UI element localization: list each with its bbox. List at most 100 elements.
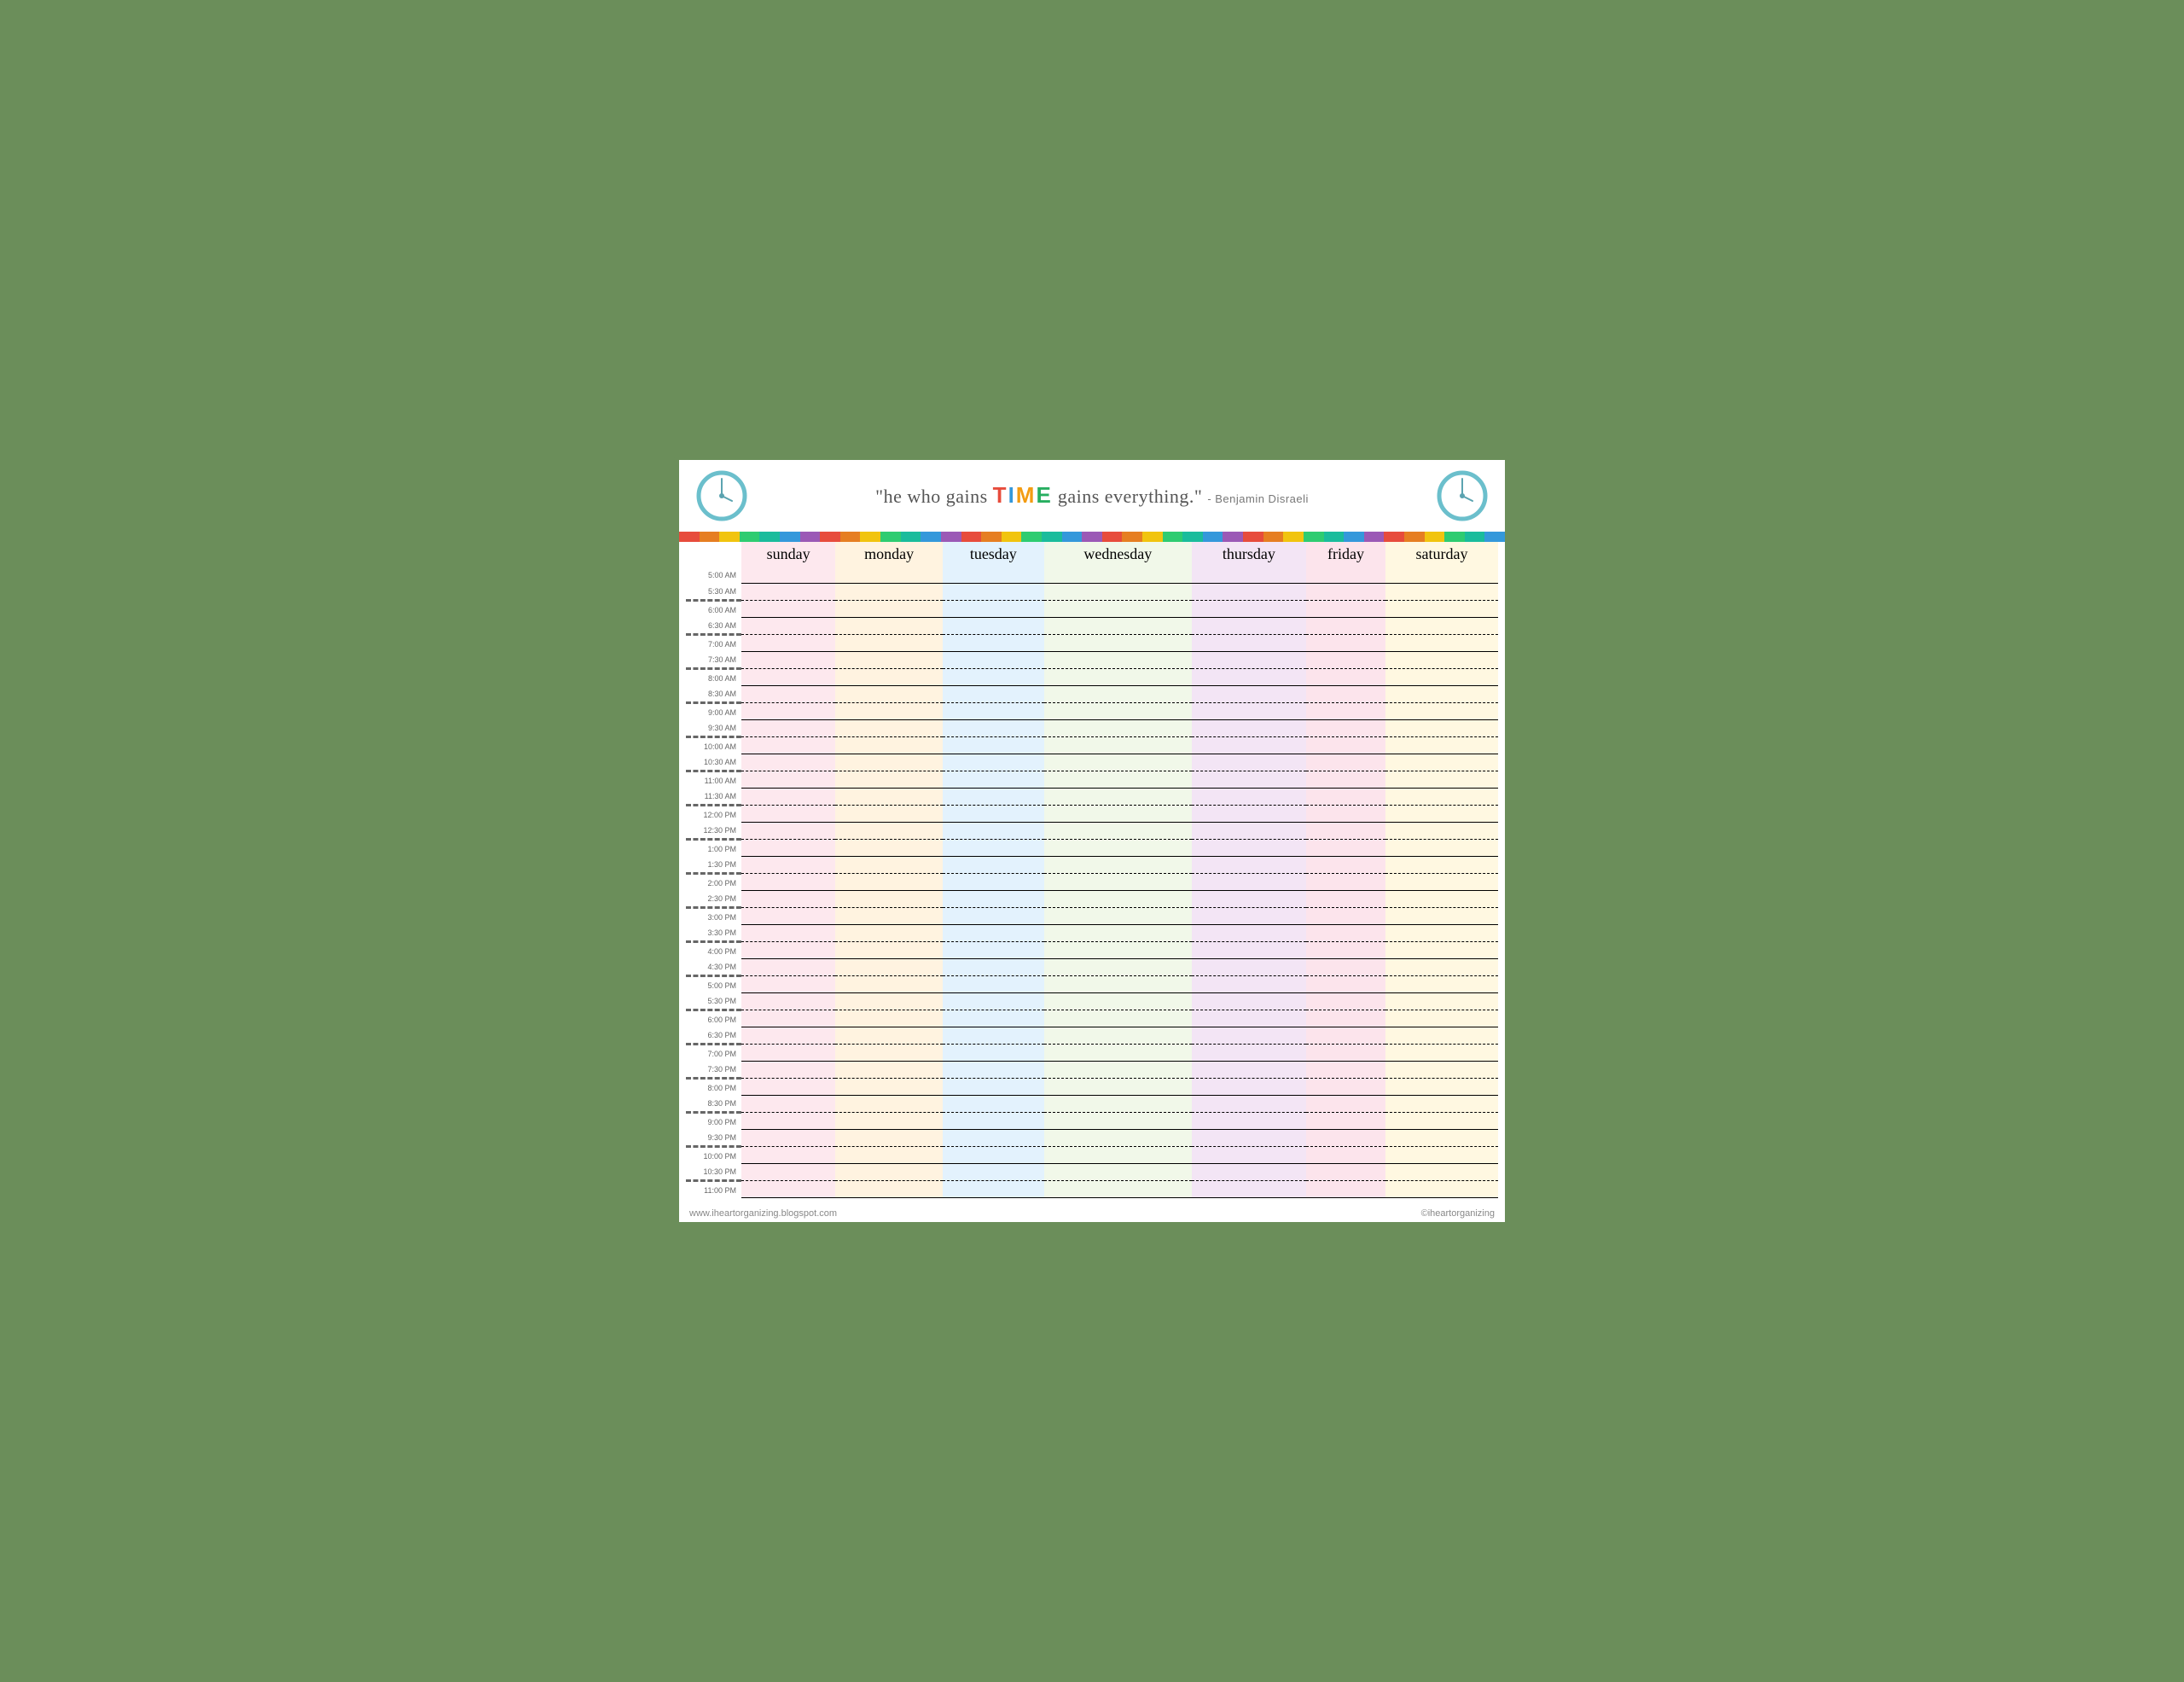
schedule-cell[interactable] [741,1027,835,1045]
schedule-cell[interactable] [835,652,942,669]
schedule-cell[interactable] [741,976,835,993]
schedule-cell[interactable] [1306,823,1385,840]
schedule-cell[interactable] [1192,686,1306,703]
schedule-cell[interactable] [1044,959,1192,976]
schedule-cell[interactable] [1044,1096,1192,1113]
schedule-cell[interactable] [1385,959,1498,976]
schedule-cell[interactable] [741,823,835,840]
schedule-cell[interactable] [1385,1062,1498,1079]
schedule-cell[interactable] [943,1096,1044,1113]
schedule-cell[interactable] [741,925,835,942]
schedule-cell[interactable] [1385,908,1498,925]
schedule-cell[interactable] [741,1113,835,1130]
schedule-cell[interactable] [741,754,835,771]
schedule-cell[interactable] [1044,1181,1192,1198]
schedule-cell[interactable] [1044,703,1192,720]
schedule-cell[interactable] [1192,925,1306,942]
schedule-cell[interactable] [835,857,942,874]
schedule-cell[interactable] [835,1164,942,1181]
schedule-cell[interactable] [943,1079,1044,1096]
schedule-cell[interactable] [741,669,835,686]
schedule-cell[interactable] [1192,601,1306,618]
schedule-cell[interactable] [1306,908,1385,925]
schedule-cell[interactable] [741,1130,835,1147]
schedule-cell[interactable] [943,1164,1044,1181]
schedule-cell[interactable] [835,1130,942,1147]
schedule-cell[interactable] [741,874,835,891]
schedule-cell[interactable] [1192,720,1306,737]
schedule-cell[interactable] [1306,1062,1385,1079]
schedule-cell[interactable] [943,806,1044,823]
schedule-cell[interactable] [1385,976,1498,993]
schedule-cell[interactable] [1192,703,1306,720]
schedule-cell[interactable] [943,737,1044,754]
schedule-cell[interactable] [835,584,942,601]
schedule-cell[interactable] [943,823,1044,840]
schedule-cell[interactable] [1044,737,1192,754]
schedule-cell[interactable] [1385,703,1498,720]
schedule-cell[interactable] [741,908,835,925]
schedule-cell[interactable] [835,1062,942,1079]
schedule-cell[interactable] [1385,1130,1498,1147]
schedule-cell[interactable] [835,976,942,993]
schedule-cell[interactable] [1044,823,1192,840]
schedule-cell[interactable] [1192,584,1306,601]
schedule-cell[interactable] [1385,993,1498,1010]
schedule-cell[interactable] [835,1045,942,1062]
schedule-cell[interactable] [1306,584,1385,601]
schedule-cell[interactable] [1044,686,1192,703]
schedule-cell[interactable] [1385,686,1498,703]
schedule-cell[interactable] [1385,584,1498,601]
schedule-cell[interactable] [835,703,942,720]
schedule-cell[interactable] [741,1062,835,1079]
schedule-cell[interactable] [1192,959,1306,976]
schedule-cell[interactable] [1385,669,1498,686]
schedule-cell[interactable] [1192,891,1306,908]
schedule-cell[interactable] [1192,669,1306,686]
schedule-cell[interactable] [835,1147,942,1164]
schedule-cell[interactable] [835,840,942,857]
schedule-cell[interactable] [1385,771,1498,789]
schedule-cell[interactable] [1192,976,1306,993]
schedule-cell[interactable] [1385,1113,1498,1130]
schedule-cell[interactable] [1044,1010,1192,1027]
schedule-cell[interactable] [943,669,1044,686]
schedule-cell[interactable] [1044,908,1192,925]
schedule-cell[interactable] [1306,703,1385,720]
schedule-cell[interactable] [1044,669,1192,686]
schedule-cell[interactable] [943,601,1044,618]
schedule-cell[interactable] [1044,925,1192,942]
schedule-cell[interactable] [741,840,835,857]
schedule-cell[interactable] [1306,874,1385,891]
schedule-cell[interactable] [1385,789,1498,806]
schedule-cell[interactable] [1306,686,1385,703]
schedule-cell[interactable] [1385,1181,1498,1198]
schedule-cell[interactable] [943,959,1044,976]
schedule-cell[interactable] [1192,1113,1306,1130]
schedule-cell[interactable] [1306,737,1385,754]
schedule-cell[interactable] [1385,1147,1498,1164]
schedule-cell[interactable] [1306,1027,1385,1045]
schedule-cell[interactable] [835,754,942,771]
schedule-cell[interactable] [741,891,835,908]
schedule-cell[interactable] [1306,720,1385,737]
schedule-cell[interactable] [1192,567,1306,584]
schedule-cell[interactable] [1306,925,1385,942]
schedule-cell[interactable] [1306,993,1385,1010]
schedule-cell[interactable] [1385,1079,1498,1096]
schedule-cell[interactable] [1306,1147,1385,1164]
schedule-cell[interactable] [1044,1130,1192,1147]
schedule-cell[interactable] [943,584,1044,601]
schedule-cell[interactable] [1192,857,1306,874]
schedule-cell[interactable] [1385,1027,1498,1045]
schedule-cell[interactable] [1192,1027,1306,1045]
schedule-cell[interactable] [943,686,1044,703]
schedule-cell[interactable] [1385,601,1498,618]
schedule-cell[interactable] [943,908,1044,925]
schedule-cell[interactable] [1385,737,1498,754]
schedule-cell[interactable] [835,874,942,891]
schedule-cell[interactable] [1385,618,1498,635]
schedule-cell[interactable] [1306,942,1385,959]
schedule-cell[interactable] [943,976,1044,993]
schedule-cell[interactable] [943,1045,1044,1062]
